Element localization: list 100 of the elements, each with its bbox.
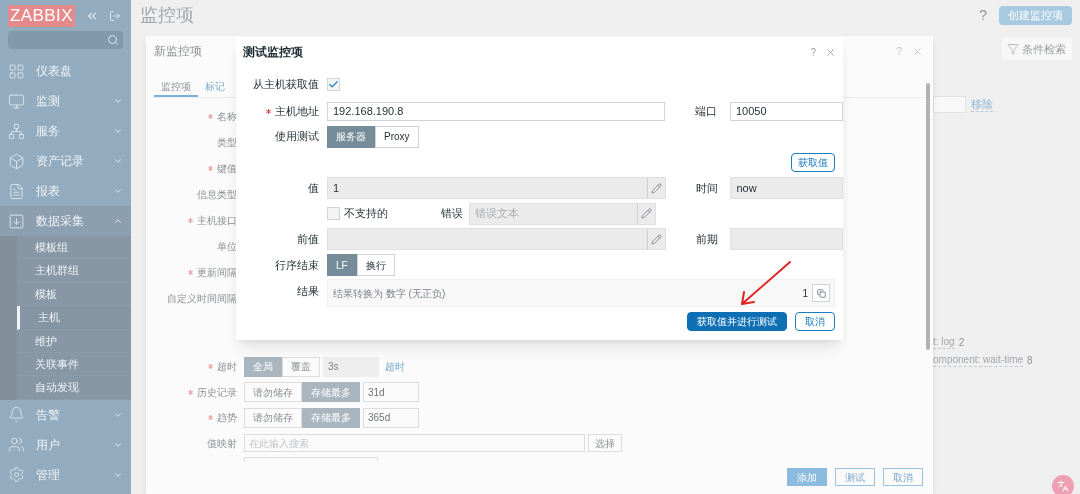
close-icon[interactable]: [912, 45, 923, 57]
readonly-field[interactable]: now: [730, 177, 843, 199]
help-link[interactable]: ?: [979, 4, 987, 26]
menu-icon: [8, 182, 25, 200]
field-label: 趋势: [217, 411, 237, 426]
search-field[interactable]: [8, 31, 123, 49]
field-label: 错误: [441, 206, 464, 222]
field-label: 前期: [695, 231, 719, 247]
menu-icon: [8, 62, 25, 80]
dialog-title: 新监控项: [154, 43, 202, 60]
required-icon: [188, 217, 193, 223]
edit-button[interactable]: [637, 203, 655, 224]
field-label: 信息类型: [197, 187, 237, 202]
field-label: 单位: [217, 239, 237, 254]
get-value-button[interactable]: 获取值: [791, 152, 835, 172]
check-icon: [328, 79, 339, 90]
host-address-field[interactable]: 192.168.190.8: [327, 101, 666, 121]
menu-item[interactable]: 数据采集: [0, 206, 131, 236]
menu-icon: [8, 406, 25, 424]
field-label: 历史记录: [197, 385, 237, 400]
edit-button[interactable]: [646, 178, 665, 198]
input-field[interactable]: 365d: [363, 407, 419, 428]
menu-item[interactable]: 监测: [0, 86, 131, 116]
port-field[interactable]: 10050: [730, 101, 843, 121]
field-label: 主机地址: [275, 103, 319, 119]
menu-item[interactable]: 管理: [0, 459, 131, 490]
menu-item[interactable]: 报表: [0, 176, 131, 206]
help-link[interactable]: ?: [895, 42, 902, 60]
required-icon: [208, 364, 213, 370]
field-label: 值映射: [207, 436, 237, 451]
input-field[interactable]: [933, 96, 966, 113]
submenu-item[interactable]: 主机群组: [17, 259, 131, 283]
help-link[interactable]: ?: [810, 44, 816, 60]
readonly-field[interactable]: 1: [327, 177, 666, 199]
submenu-item[interactable]: 维护: [17, 329, 131, 353]
tab[interactable]: 监控项: [154, 77, 198, 97]
menu-icon: [8, 92, 25, 110]
edit-button[interactable]: [646, 229, 665, 249]
menu-item[interactable]: 服务: [0, 116, 131, 146]
toggle-option[interactable]: LF: [327, 254, 357, 276]
copy-icon: [816, 288, 826, 298]
submenu-item[interactable]: 主机: [17, 306, 131, 330]
dialog-button[interactable]: 添加: [787, 468, 827, 486]
dialog-title: 测试监控项: [243, 44, 303, 61]
toggle-option[interactable]: 服务器: [327, 125, 375, 148]
readonly-field[interactable]: [327, 228, 666, 250]
toggle-option[interactable]: Proxy: [375, 125, 419, 148]
chevron-down-icon: [113, 96, 123, 106]
chevron-down-icon: [113, 126, 123, 136]
filter-icon: [1007, 43, 1019, 55]
readonly-field[interactable]: 错误文本: [469, 202, 656, 225]
dialog-button[interactable]: 测试: [835, 468, 875, 486]
toggle-option[interactable]: 存储最多: [302, 407, 360, 428]
required-icon: [188, 389, 193, 395]
chevron-up-icon: [113, 216, 123, 226]
remove-link[interactable]: 移除: [971, 97, 993, 112]
chevron-down-icon: [113, 156, 123, 166]
submenu-item[interactable]: 关联事件: [17, 352, 131, 377]
close-icon[interactable]: [825, 46, 836, 58]
chevron-down-icon: [113, 186, 123, 196]
page-title: 监控项: [140, 3, 194, 27]
submenu-item[interactable]: 模板: [17, 282, 131, 307]
filter-tab[interactable]: 条件检索: [1002, 38, 1072, 60]
pencil-icon: [641, 208, 652, 219]
required-icon: [208, 113, 213, 119]
result-value: 1: [802, 286, 808, 301]
field-label: 前值: [297, 231, 319, 247]
checkbox[interactable]: [327, 78, 340, 91]
tab[interactable]: 标记: [198, 77, 232, 97]
search-icon: [107, 34, 119, 46]
required-icon: [208, 415, 213, 421]
menu-item[interactable]: 告警: [0, 399, 131, 430]
scrollbar[interactable]: [926, 83, 930, 350]
field-label: 端口: [695, 103, 719, 119]
dialog-button[interactable]: 取消: [795, 312, 835, 331]
logo: ZABBIX: [8, 4, 75, 27]
toggle-option[interactable]: 请勿储存: [244, 382, 302, 403]
field-label: 主机接口: [197, 213, 237, 228]
input-field[interactable]: 31d: [363, 382, 419, 403]
select-button[interactable]: 选择: [588, 434, 622, 453]
submenu-item[interactable]: 模板组: [17, 236, 131, 260]
copy-button[interactable]: [812, 284, 830, 302]
toggle-option[interactable]: 存储最多: [302, 382, 360, 403]
toggle-option[interactable]: 请勿储存: [244, 407, 302, 428]
menu-icon: [8, 466, 25, 484]
result-text: 结果转换为 数字 (无正负): [333, 286, 446, 301]
kiosk-icon[interactable]: [109, 9, 121, 22]
required-icon: [188, 269, 193, 275]
menu-icon: [8, 212, 25, 230]
readonly-field[interactable]: [730, 228, 843, 250]
dialog-button[interactable]: 获取值并进行测试: [687, 312, 787, 331]
menu-item[interactable]: 用户: [0, 429, 131, 460]
toggle-option[interactable]: 换行: [356, 254, 395, 276]
menu-item[interactable]: 仪表盘: [0, 56, 131, 86]
dialog-button[interactable]: 取消: [883, 468, 923, 486]
checkbox[interactable]: [327, 207, 340, 220]
menu-icon: [8, 122, 25, 140]
submenu-item[interactable]: 自动发现: [17, 376, 131, 400]
create-button[interactable]: 创建监控项: [999, 5, 1072, 25]
menu-item[interactable]: 资产记录: [0, 146, 131, 176]
